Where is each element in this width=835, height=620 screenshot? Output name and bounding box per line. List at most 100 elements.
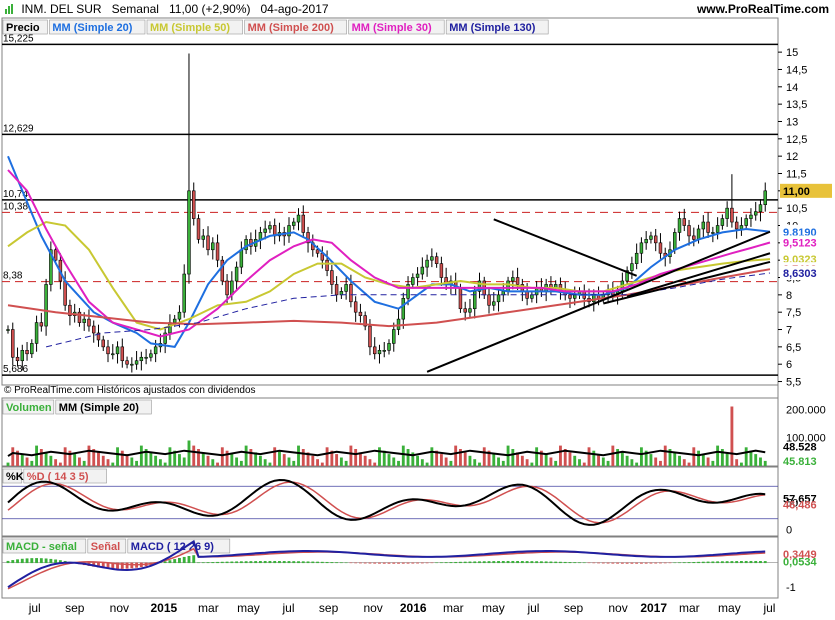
macd-histogram-bar [439,562,443,564]
macd-histogram-bar [401,562,405,564]
volume-bar [382,450,386,466]
macd-histogram-bar [363,562,367,564]
macd-histogram-bar [649,562,653,564]
macd-histogram-bar [30,558,34,564]
candle-body [292,221,296,226]
candle-body [639,242,644,254]
macd-histogram-bar [739,561,743,564]
moving-average-line [7,155,771,348]
volume-tick-label: 200.000 [786,404,826,416]
x-axis-label: nov [110,601,129,615]
candle-body [187,190,191,275]
chart-svg[interactable]: 5,566,577,588,599,51010,51111,51212,5131… [0,0,835,620]
candle-body [20,350,25,362]
candle-body [415,273,420,278]
macd-histogram-bar [287,561,291,564]
volume-bar [239,460,243,466]
volume-bar [630,459,634,466]
macd-histogram-bar [673,562,677,564]
price-legend-label: MM (Simple 20) [52,22,132,34]
volume-bar [687,462,691,466]
candle-body [91,325,96,334]
volume-bar [225,450,229,466]
macd-histogram-bar [511,560,515,564]
volume-bar [520,455,524,466]
macd-histogram-bar [230,561,234,564]
volume-bar [611,445,615,466]
volume-bar [354,449,358,466]
macd-histogram-bar [687,562,691,564]
candle-body [434,256,439,264]
volume-bar [711,460,715,466]
volume-bar [597,454,600,466]
candle-body [706,221,710,233]
volume-bar [511,449,515,466]
candle-body [11,329,15,358]
volume-bar [763,460,767,466]
candle-body [644,239,648,244]
candle-body [296,214,301,223]
volume-bar [406,449,410,466]
volume-bar [744,447,748,466]
candle-body [511,277,515,282]
x-axis-label: nov [608,601,627,615]
candle-body [111,353,115,356]
volume-badge-label: 45.813 [783,456,817,468]
volume-bar [425,462,429,466]
macd-histogram-bar [668,562,672,564]
macd-histogram-bar [263,560,267,564]
candle-body [63,280,67,306]
candle-body [6,329,10,331]
candle-body [358,311,363,316]
volume-bar [263,459,267,466]
candle-body [749,214,753,219]
candle-body [234,266,239,282]
candle-body [387,343,391,351]
macd-histogram-bar [306,561,310,564]
volume-bar [725,452,729,466]
candle-body [468,308,472,313]
candle-body [134,360,139,365]
stochastic-d-line [7,481,766,524]
macd-histogram-bar [330,562,334,564]
candle-body [739,225,744,230]
macd-histogram-bar [554,561,558,564]
candle-body [630,263,634,271]
volume-bar [363,455,367,466]
volume-bar [163,462,167,466]
macd-histogram-bar [387,562,391,564]
macd-legend-label: Señal [91,541,120,553]
volume-bar [397,460,400,466]
macd-histogram-bar [182,556,186,564]
volume-bar [278,450,281,466]
candle-body [287,225,291,237]
volume-bar [6,462,10,466]
volume-bar [39,449,43,466]
price-tick-label: 14 [786,82,798,94]
volume-badge-label: 48.528 [783,441,817,453]
candle-body [701,221,706,230]
macd-histogram-bar [616,562,620,564]
macd-histogram-bar [763,561,767,564]
macd-histogram-bar [297,561,300,564]
volume-bar [73,454,77,466]
macd-histogram-bar [516,560,520,564]
stochastic-panel-frame [1,466,779,537]
macd-histogram-bar [258,561,262,564]
volume-bar [158,459,162,466]
candle-body [530,294,534,299]
macd-histogram-bar [220,561,224,564]
candle-body [492,301,496,306]
volume-bar [78,457,81,466]
macd-histogram-bar [187,556,191,564]
volume-bar [378,447,381,466]
volume-bar [192,445,196,466]
candle-body [401,298,406,320]
volume-bar [178,454,181,466]
candle-body [177,311,182,320]
macd-histogram-bar [501,560,505,564]
volume-bar [87,445,91,466]
volume-bar [673,452,677,466]
macd-histogram-bar [482,561,486,564]
x-axis-label: jul [762,601,775,615]
